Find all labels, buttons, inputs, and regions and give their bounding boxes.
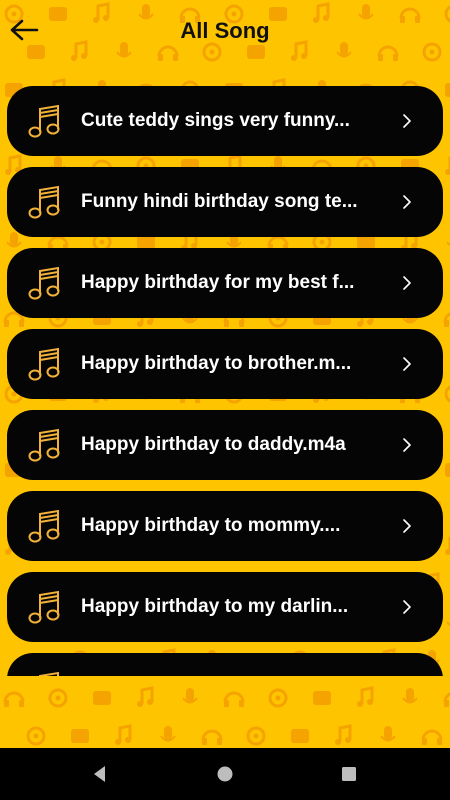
chevron-right-icon <box>403 195 411 209</box>
music-note-icon <box>28 104 60 138</box>
chevron-right-icon <box>403 114 411 128</box>
app-bar: All Song <box>0 0 450 64</box>
chevron-right-icon <box>403 357 411 371</box>
song-title: Funny hindi birthday song te... <box>81 191 358 212</box>
music-note-icon <box>28 266 60 300</box>
song-title: Cute teddy sings very funny... <box>81 110 350 131</box>
music-note-icon <box>28 428 60 462</box>
song-title: Happy birthday to mommy.... <box>81 515 341 536</box>
song-list[interactable]: Cute teddy sings very funny... Funny hind… <box>0 86 450 676</box>
music-note-icon <box>39 671 59 676</box>
chevron-right-icon <box>403 276 411 290</box>
song-list-item[interactable]: Funny hindi birthday song te... <box>7 167 443 237</box>
music-note-icon <box>28 185 60 219</box>
song-title: Happy birthday to brother.m... <box>81 353 352 374</box>
page-title: All Song <box>180 18 270 43</box>
song-list-item[interactable]: Happy birthday to mommy.... <box>7 491 443 561</box>
music-note-icon <box>28 590 60 624</box>
song-list-item[interactable]: Happy birthday to my darlin... <box>7 572 443 642</box>
nav-home-button[interactable] <box>213 762 237 786</box>
song-list-item[interactable]: Happy birthday to daddy.m4a <box>7 410 443 480</box>
song-title <box>81 653 373 676</box>
chevron-right-icon <box>403 519 411 533</box>
song-list-item[interactable]: Happy birthday for my best f... <box>7 248 443 318</box>
song-list-item[interactable]: Cute teddy sings very funny... <box>7 86 443 156</box>
song-list-item[interactable]: Happy birthday to brother.m... <box>7 329 443 399</box>
song-list-item[interactable] <box>7 653 443 676</box>
square-recents-icon <box>342 767 356 781</box>
song-title: Happy birthday to my darlin... <box>81 596 349 617</box>
chevron-right-icon <box>403 600 411 614</box>
music-note-icon <box>28 509 60 543</box>
chevron-right-icon <box>403 438 411 452</box>
triangle-back-icon <box>94 766 105 782</box>
circle-home-icon <box>217 766 233 782</box>
music-note-icon <box>28 347 60 381</box>
song-title: Happy birthday for my best f... <box>81 272 355 293</box>
nav-back-button[interactable] <box>88 762 112 786</box>
song-title: Happy birthday to daddy.m4a <box>81 434 346 455</box>
system-navigation-bar <box>0 748 450 800</box>
nav-recents-button[interactable] <box>337 762 361 786</box>
